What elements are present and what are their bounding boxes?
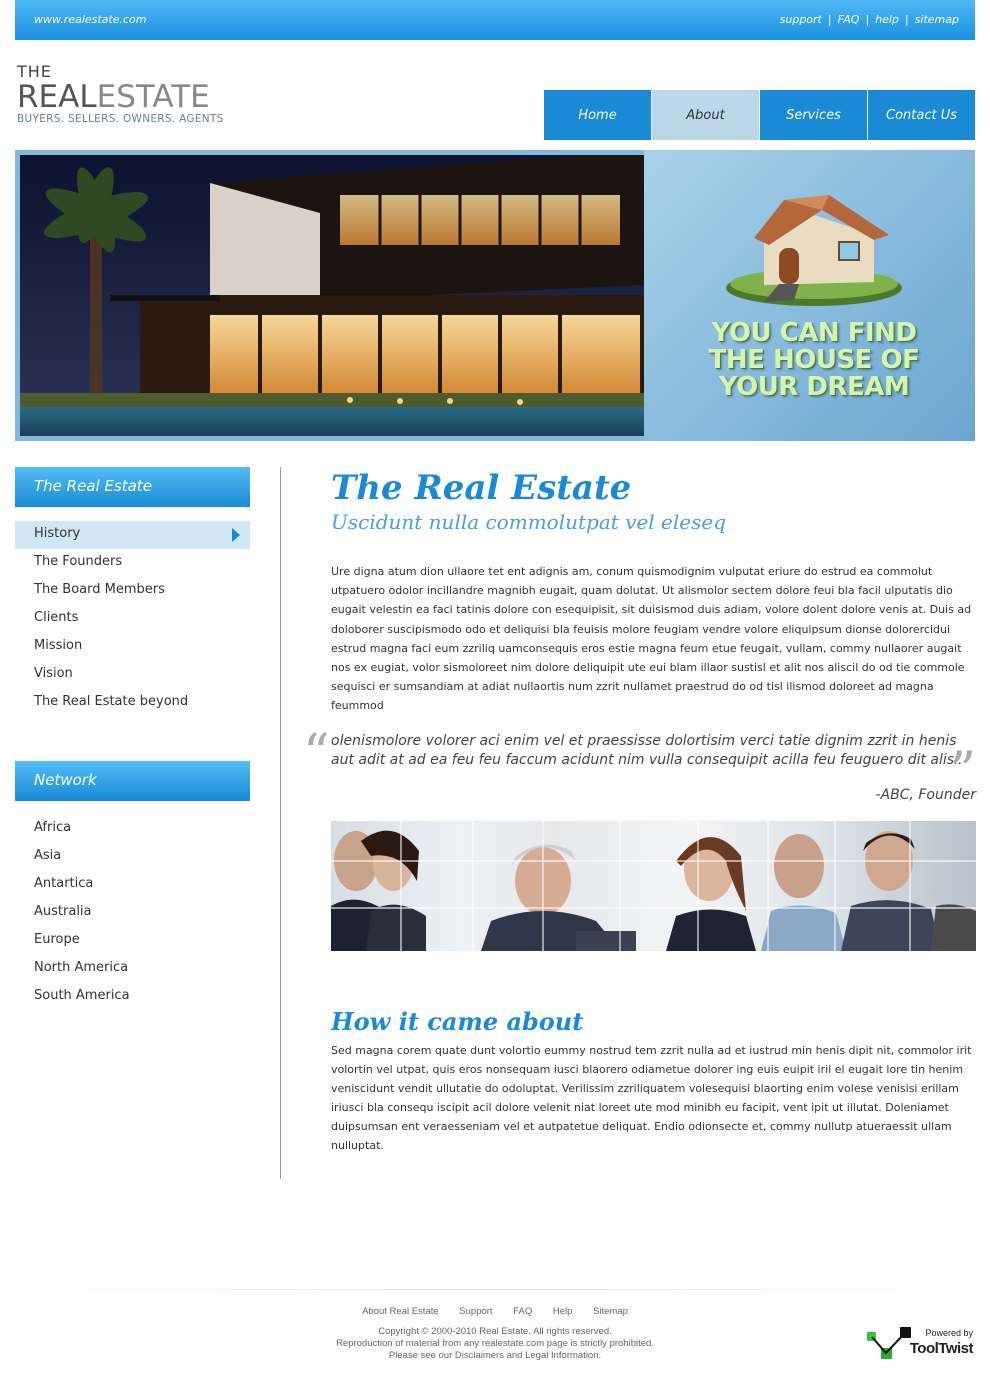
house-photo (20, 155, 644, 436)
faq-link[interactable]: FAQ (838, 13, 860, 26)
how-paragraph: Sed magna corem quate dunt volortio eumm… (331, 1043, 972, 1152)
page-subtitle: Uscidunt nulla commolutpat vel eleseq (331, 510, 727, 534)
slogan-line: THE HOUSE OF (708, 345, 920, 375)
nav-contact-us[interactable]: Contact Us (868, 90, 975, 140)
support-link[interactable]: support (780, 13, 822, 26)
logo-real: REAL (17, 79, 97, 115)
sidebar-item-beyond[interactable]: The Real Estate beyond (15, 689, 250, 717)
footer-copyright: Copyright © 2000-2010 Real Estate. All r… (0, 1326, 990, 1362)
footer-link-about[interactable]: About Real Estate (362, 1306, 439, 1317)
tooltwist-logo-icon (867, 1327, 911, 1359)
footer-link-support[interactable]: Support (459, 1306, 492, 1317)
sidebar-item-europe[interactable]: Europe (15, 927, 250, 955)
sidebar-menu-real-estate: History The Founders The Board Members C… (15, 521, 250, 717)
banner-slogan: YOU CAN FIND THE HOUSE OF YOUR DREAM (704, 320, 924, 401)
logo-estate: ESTATE (96, 79, 210, 115)
sidebar-heading-real-estate: The Real Estate (15, 467, 250, 507)
banner-promo: YOU CAN FIND THE HOUSE OF YOUR DREAM (644, 150, 975, 441)
sidebar-item-antartica[interactable]: Antartica (15, 871, 250, 899)
sitemap-link[interactable]: sitemap (915, 13, 959, 26)
team-photo (331, 820, 976, 951)
open-quote-icon: “ (303, 723, 330, 784)
founder-quote: “ olenismolore volorer aci enim vel et p… (303, 728, 976, 803)
slogan-line: YOU CAN FIND (711, 318, 917, 348)
powered-by-badge[interactable]: Powered by ToolTwist (866, 1326, 976, 1362)
intro-paragraph: Ure digna atum dion ullaore tet ent adig… (331, 565, 972, 713)
top-links: support | FAQ | help | sitemap (780, 13, 959, 26)
house-icon (726, 195, 902, 306)
site-url[interactable]: www.realestate.com (34, 13, 147, 26)
sidebar-item-south-america[interactable]: South America (15, 983, 250, 1011)
sidebar-item-label: History (34, 526, 81, 541)
disclaimer-text: Please see our Disclaimers and Legal Inf… (388, 1350, 602, 1361)
site-logo[interactable]: THE REALESTATE BUYERS. SELLERS. OWNERS. … (17, 64, 227, 130)
sidebar-item-vision[interactable]: Vision (15, 661, 250, 689)
sidebar-item-history[interactable]: History (15, 521, 250, 549)
sidebar-item-africa[interactable]: Africa (15, 815, 250, 843)
sidebar-heading-network: Network (15, 761, 250, 801)
footer-link-faq[interactable]: FAQ (513, 1306, 532, 1317)
footer-divider (40, 1289, 950, 1290)
column-divider (280, 467, 281, 1179)
close-quote-icon: ” (949, 741, 976, 802)
link-separator: | (904, 13, 909, 26)
team-photo-illustration (331, 820, 976, 951)
sidebar-item-mission[interactable]: Mission (15, 633, 250, 661)
sidebar-item-board-members[interactable]: The Board Members (15, 577, 250, 605)
arrow-right-icon (232, 528, 240, 542)
page-title: The Real Estate (331, 468, 632, 508)
copyright-text: Copyright © 2000-2010 Real Estate. All r… (378, 1326, 612, 1337)
nav-about[interactable]: About (652, 90, 759, 140)
nav-services[interactable]: Services (760, 90, 867, 140)
reproduction-text: Reproduction of material from any reales… (336, 1338, 654, 1349)
sidebar-item-north-america[interactable]: North America (15, 955, 250, 983)
link-separator: | (827, 13, 832, 26)
main-nav: Home About Services Contact Us (544, 90, 976, 140)
quote-author: -ABC, Founder (875, 786, 976, 803)
footer-links: About Real Estate Support FAQ Help Sitem… (0, 1306, 990, 1317)
sidebar: The Real Estate History The Founders The… (15, 467, 250, 1011)
footer-link-sitemap[interactable]: Sitemap (593, 1306, 628, 1317)
house-photo-illustration (20, 155, 644, 436)
logo-tagline: BUYERS. SELLERS. OWNERS. AGENTS (17, 113, 224, 125)
link-separator: | (865, 13, 870, 26)
sidebar-menu-network: Africa Asia Antartica Australia Europe N… (15, 815, 250, 1011)
main-content: The Real Estate Uscidunt nulla commolutp… (303, 467, 976, 1155)
sidebar-item-clients[interactable]: Clients (15, 605, 250, 633)
footer-link-help[interactable]: Help (553, 1306, 573, 1317)
help-link[interactable]: help (875, 13, 899, 26)
top-bar: www.realestate.com support | FAQ | help … (15, 0, 975, 40)
slogan-line: YOUR DREAM (718, 372, 910, 402)
nav-home[interactable]: Home (544, 90, 651, 140)
hero-banner: YOU CAN FIND THE HOUSE OF YOUR DREAM (15, 150, 975, 441)
sidebar-item-founders[interactable]: The Founders (15, 549, 250, 577)
logo-wordmark: REALESTATE (17, 80, 227, 114)
quote-text: olenismolore volorer aci enim vel et pra… (331, 732, 963, 768)
sidebar-item-asia[interactable]: Asia (15, 843, 250, 871)
section-title-how: How it came about (331, 1006, 584, 1036)
powered-by-label: Powered by (925, 1328, 973, 1338)
logo-the: THE (17, 62, 52, 81)
sidebar-item-australia[interactable]: Australia (15, 899, 250, 927)
powered-by-name: ToolTwist (909, 1340, 974, 1357)
